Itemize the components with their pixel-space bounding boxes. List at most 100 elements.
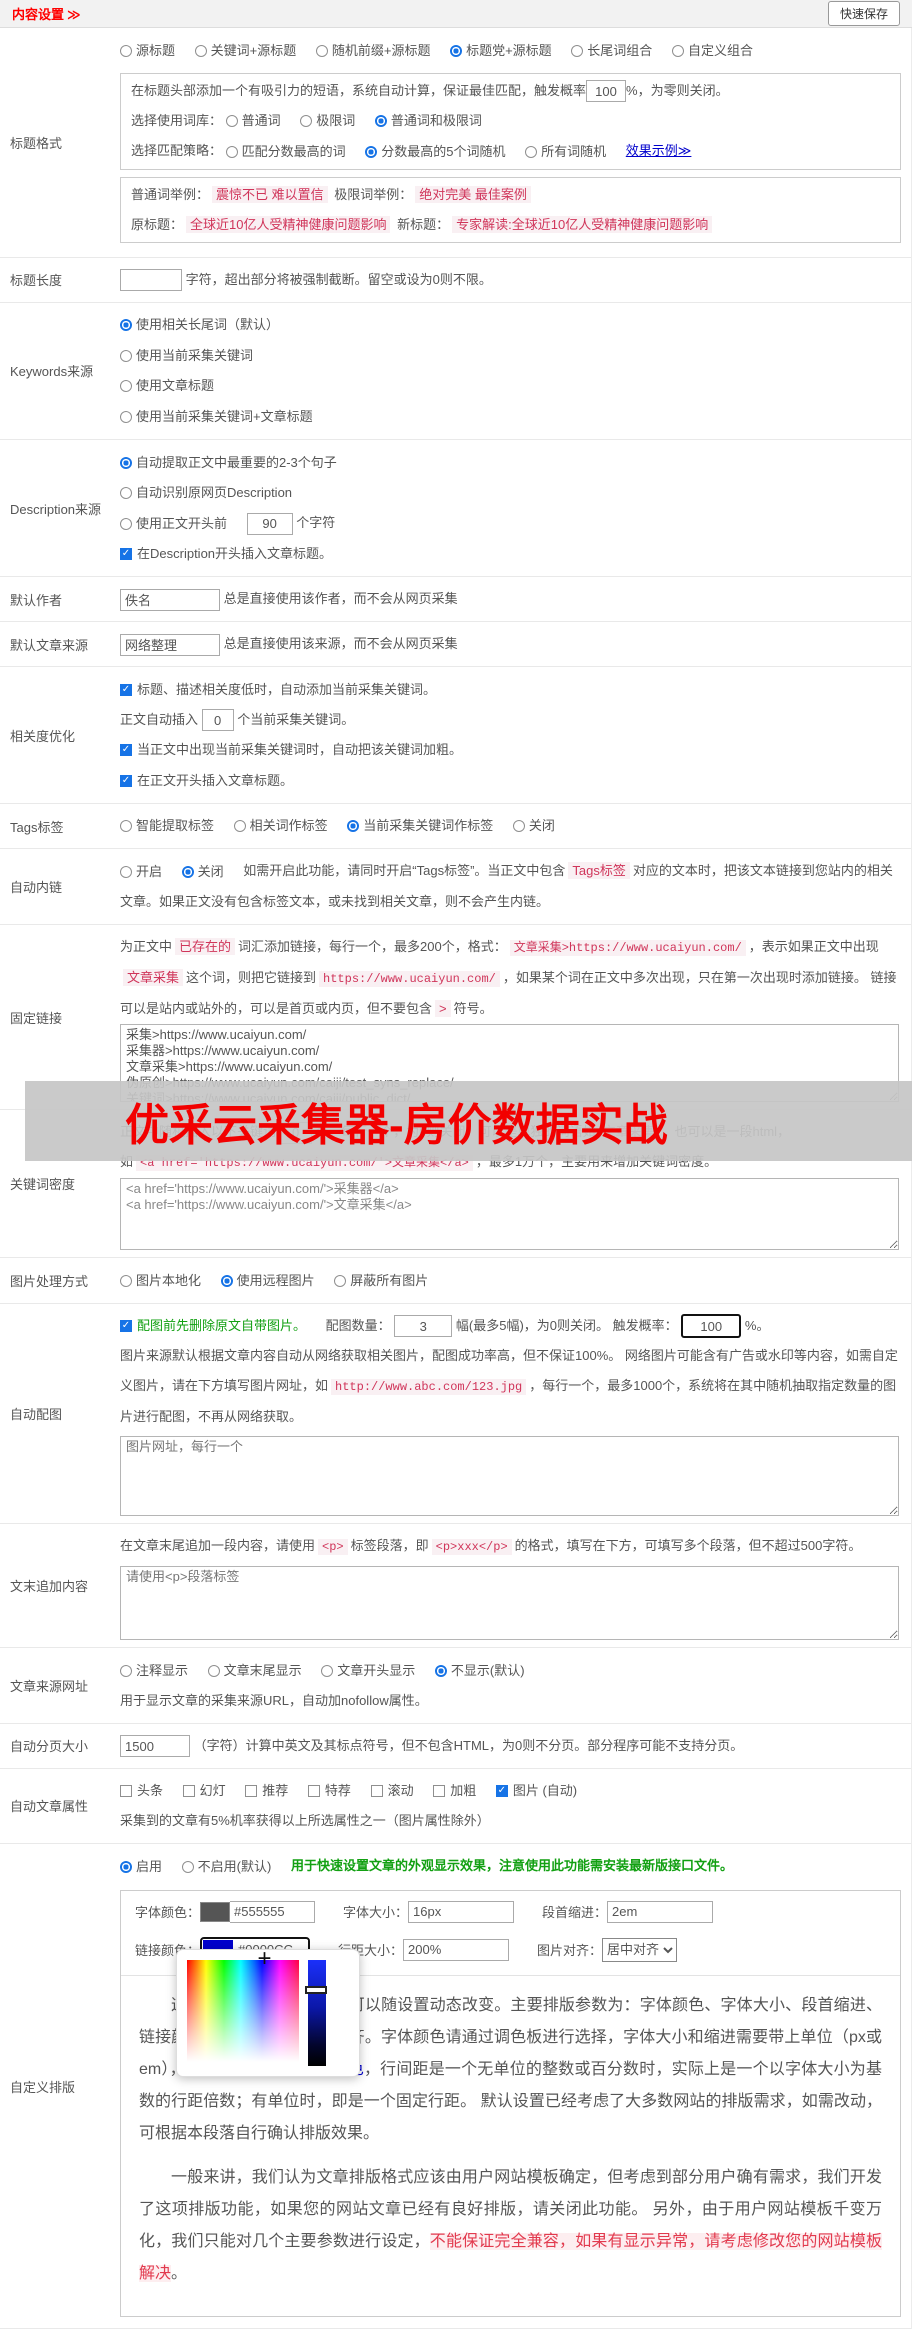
checkbox-option[interactable]: 图片 (自动) (495, 1776, 578, 1806)
radio-option[interactable]: 开启 (120, 857, 162, 887)
radio-label: 使用远程图片 (236, 1272, 315, 1288)
radio-label: 普通词和极限词 (390, 113, 482, 129)
quick-save-button[interactable]: 快速保存 (827, 1, 900, 26)
checkbox-option[interactable]: 推荐 (245, 1776, 288, 1806)
line-height-input[interactable] (403, 1938, 510, 1961)
example-label: 新标题： (397, 216, 450, 232)
checkbox-option[interactable]: 加粗 (433, 1776, 476, 1806)
checkbox-option[interactable]: 当正文中出现当前采集关键词时，自动把该关键词加粗。 (120, 735, 462, 765)
hint-text: 在标题头部添加一个有吸引力的短语，系统自动计算，保证最佳匹配，触发概率 (131, 82, 587, 98)
insert-keywords-count-input[interactable] (201, 709, 234, 732)
append-content-textarea[interactable] (120, 1566, 899, 1641)
checkbox-option[interactable]: 标题、描述相关度低时，自动添加当前采集关键词。 (120, 675, 436, 705)
settings-form: 标题格式 源标题 关键词+源标题 随机前缀+源标题 标题党+源标题 长尾词组合 … (0, 28, 912, 2329)
example-value: 专家解读:全球近10亿人受精神健康问题影响 (452, 215, 713, 233)
checkbox-option[interactable]: 头条 (120, 1776, 163, 1806)
font-color-input[interactable] (230, 1900, 316, 1923)
radio-option[interactable]: 不显示(默认) (434, 1656, 525, 1686)
radio-option[interactable]: 使用相关长尾词（默认） (120, 310, 279, 340)
trigger-probability-title-input[interactable] (586, 80, 627, 103)
radio-option[interactable]: 自动识别原网页Description (120, 478, 292, 508)
example-label: 极限词举例： (334, 186, 413, 202)
pagination-size-input[interactable] (120, 1735, 190, 1758)
fixed-links-textarea[interactable]: 采集>https://www.ucaiyun.com/ 采集器>https://… (120, 1024, 899, 1102)
radio-option[interactable]: 极限词 (300, 106, 355, 136)
hint-text: 正文自动插入 (120, 711, 199, 727)
radio-label: 注释显示 (136, 1662, 189, 1678)
radio-label: 文章末尾显示 (223, 1662, 302, 1678)
font-color-swatch[interactable] (200, 1901, 231, 1922)
radio-option[interactable]: 使用当前采集关键词+文章标题 (120, 402, 313, 432)
radio-option[interactable]: 相关词作标签 (233, 811, 328, 841)
checkbox-option[interactable]: 幻灯 (182, 1776, 226, 1806)
radio-option[interactable]: 当前采集关键词作标签 (347, 811, 493, 841)
radio-option[interactable]: 自定义组合 (671, 36, 753, 66)
hint-text: 个字符 (296, 515, 336, 531)
keyword-density-textarea[interactable]: <a href='https://www.ucaiyun.com/'>采集器</… (120, 1178, 899, 1250)
row-label: 标题长度 (10, 273, 63, 289)
radio-option[interactable]: 匹配分数最高的词 (225, 137, 346, 167)
radio-option[interactable]: 分数最高的5个词随机 (365, 137, 506, 167)
effect-example-link[interactable]: 效果示例≫ (626, 143, 692, 158)
color-hue-slider[interactable] (305, 1959, 327, 2066)
radio-icon (225, 115, 238, 128)
radio-icon (671, 44, 684, 57)
checkbox-option[interactable]: 特荐 (307, 1776, 351, 1806)
radio-option[interactable]: 所有词随机 (525, 137, 606, 167)
radio-icon (512, 820, 525, 833)
radio-option[interactable]: 关键词+源标题 (194, 36, 296, 66)
checkbox-option[interactable]: 在Description开头插入文章标题。 (120, 539, 332, 569)
row-label: 相关度优化 (10, 728, 76, 744)
image-urls-textarea[interactable] (120, 1436, 899, 1517)
color-gradient-area[interactable]: + (187, 1946, 299, 2066)
radio-option[interactable]: 屏蔽所有图片 (334, 1266, 428, 1296)
source-input[interactable] (120, 633, 220, 656)
row-label: 默认作者 (10, 592, 63, 608)
title-length-input[interactable] (120, 269, 182, 292)
radio-option[interactable]: 关闭 (512, 811, 555, 841)
radio-icon (571, 44, 584, 57)
row-keywords-source: Keywords来源 使用相关长尾词（默认） 使用当前采集关键词 使用文章标题 … (0, 303, 911, 440)
hint-text: 符号。 (453, 1001, 493, 1016)
radio-option[interactable]: 使用当前采集关键词 (120, 341, 253, 371)
checkbox-checked-icon (495, 1785, 508, 1798)
trigger-probability-input[interactable] (681, 1314, 742, 1339)
hint-text: 配图数量： (325, 1317, 391, 1333)
checkbox-option[interactable]: 配图前先删除原文自带图片。 (120, 1311, 306, 1341)
radio-option[interactable]: 注释显示 (120, 1656, 188, 1686)
radio-option[interactable]: 不启用(默认) (181, 1852, 271, 1882)
radio-option[interactable]: 长尾词组合 (571, 36, 652, 66)
radio-option[interactable]: 使用文章标题 (120, 371, 214, 401)
radio-option[interactable]: 标题党+源标题 (450, 36, 552, 66)
radio-option[interactable]: 随机前缀+源标题 (315, 36, 430, 66)
color-picker-crosshair-icon[interactable]: + (258, 1946, 272, 1971)
checkbox-label: 当正文中出现当前采集关键词时，自动把该关键词加粗。 (137, 742, 463, 758)
row-label: 标题格式 (10, 135, 63, 151)
radio-option[interactable]: 自动提取正文中最重要的2-3个句子 (120, 448, 337, 478)
checkbox-option[interactable]: 滚动 (370, 1776, 414, 1806)
image-align-select[interactable]: 居中对齐 (602, 1937, 678, 1962)
radio-option[interactable]: 普通词 (225, 106, 281, 136)
author-input[interactable] (120, 588, 220, 611)
radio-option[interactable]: 源标题 (120, 36, 175, 66)
checkbox-option[interactable]: 在正文开头插入文章标题。 (120, 766, 293, 796)
desc-prefix-chars-input[interactable] (246, 512, 293, 535)
radio-option[interactable]: 关闭 (181, 857, 224, 887)
image-count-input[interactable] (394, 1315, 453, 1338)
content-settings-toggle[interactable]: 内容设置 ≫ (12, 4, 81, 23)
radio-option[interactable]: 启用 (120, 1852, 162, 1882)
radio-option[interactable]: 文章末尾显示 (207, 1656, 302, 1686)
radio-option[interactable]: 普通词和极限词 (374, 106, 482, 136)
radio-option[interactable]: 图片本地化 (120, 1266, 201, 1296)
keyword-density-count-input[interactable] (279, 1121, 312, 1144)
hint-text: 如需开启此功能，请同时开启“Tags标签”。当正文中包含 (243, 863, 566, 879)
hue-slider-handle[interactable] (305, 1985, 327, 1994)
radio-option[interactable]: 使用远程图片 (220, 1266, 315, 1296)
indent-input[interactable] (607, 1900, 714, 1923)
code-chip: <p>xxx</p> (431, 1539, 512, 1556)
font-size-input[interactable] (408, 1900, 515, 1923)
radio-option[interactable]: 文章开头显示 (321, 1656, 415, 1686)
radio-option[interactable]: 智能提取标签 (120, 811, 214, 841)
checkbox-label: 图片 (自动) (512, 1783, 578, 1799)
radio-option[interactable]: 使用正文开头前 (120, 509, 227, 539)
